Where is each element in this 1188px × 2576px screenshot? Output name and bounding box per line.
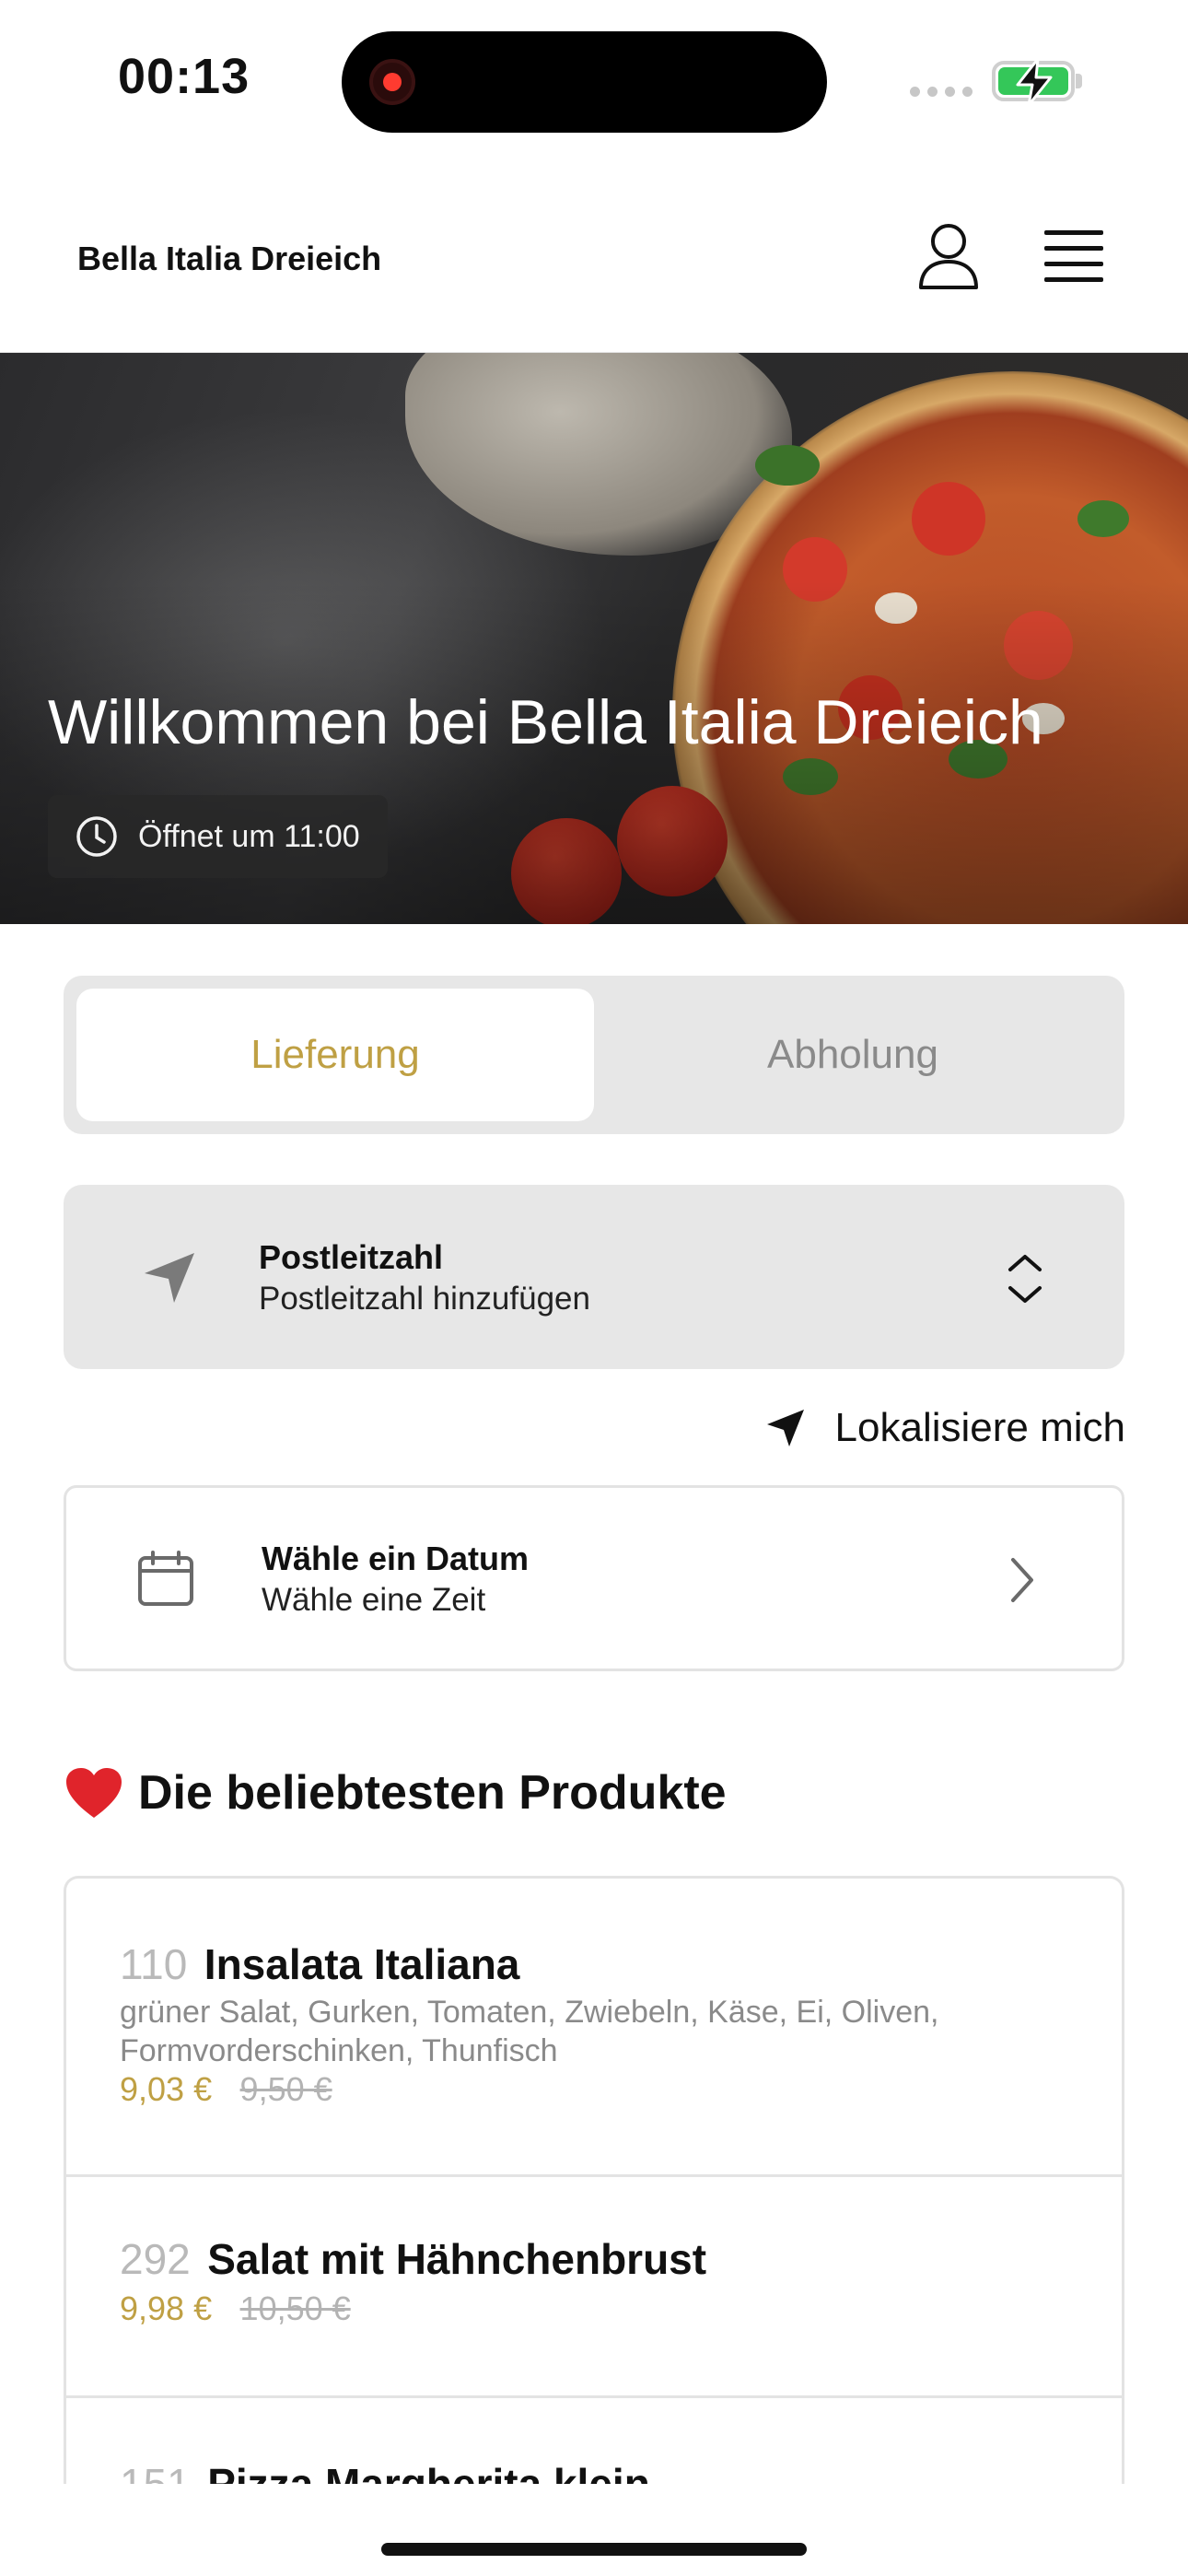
postcode-value: Postleitzahl hinzufügen bbox=[259, 1281, 590, 1317]
clock-icon bbox=[76, 816, 117, 857]
product-old-price: 10,50 € bbox=[239, 2289, 351, 2327]
product-number: 110 bbox=[120, 1940, 188, 1988]
product-item[interactable]: 151 Pizza Margherita klein bbox=[66, 2398, 1122, 2484]
charging-bolt-icon bbox=[1016, 57, 1053, 107]
opening-hours-badge: Öffnet um 11:00 bbox=[48, 795, 388, 878]
chevron-up-down-icon bbox=[1008, 1255, 1042, 1303]
battery-cap bbox=[1076, 74, 1082, 88]
date-time-picker[interactable]: Wähle ein Datum Wähle eine Zeit bbox=[64, 1485, 1124, 1671]
postcode-label: Postleitzahl bbox=[259, 1238, 444, 1276]
app-header: Bella Italia Dreieich bbox=[0, 203, 1188, 353]
heart-icon bbox=[66, 1768, 122, 1818]
product-name: Salat mit Hähnchenbrust bbox=[207, 2235, 707, 2283]
cellular-signal-icon bbox=[910, 87, 973, 98]
dynamic-island bbox=[342, 31, 827, 133]
product-number: 151 bbox=[120, 2460, 191, 2484]
product-name: Insalata Italiana bbox=[204, 1940, 520, 1988]
product-name: Pizza Margherita klein bbox=[207, 2460, 650, 2484]
hero-banner: Willkommen bei Bella Italia Dreieich Öff… bbox=[0, 353, 1188, 924]
status-bar: 00:13 bbox=[0, 0, 1188, 161]
date-label: Wähle ein Datum bbox=[262, 1540, 530, 1577]
navigation-arrow-icon bbox=[766, 1410, 804, 1446]
order-mode-toggle: Lieferung Abholung bbox=[64, 976, 1124, 1134]
user-account-icon[interactable] bbox=[917, 223, 980, 291]
postcode-selector[interactable]: Postleitzahl Postleitzahl hinzufügen bbox=[64, 1185, 1124, 1369]
status-time: 00:13 bbox=[118, 49, 250, 104]
brand-name[interactable]: Bella Italia Dreieich bbox=[77, 240, 381, 278]
product-item[interactable]: 292 Salat mit Hähnchenbrust 9,98 € 10,50… bbox=[66, 2177, 1122, 2398]
hamburger-menu-icon[interactable] bbox=[1044, 230, 1103, 282]
location-arrow-icon bbox=[145, 1253, 194, 1303]
bottom-safe-area bbox=[0, 2484, 1188, 2576]
product-item[interactable]: 110 Insalata Italiana grüner Salat, Gurk… bbox=[66, 1879, 1122, 2177]
delivery-tab[interactable]: Lieferung bbox=[76, 989, 594, 1121]
product-old-price: 9,50 € bbox=[239, 2070, 332, 2108]
hero-title: Willkommen bei Bella Italia Dreieich bbox=[48, 687, 1043, 757]
popular-products-title: Die beliebtesten Produkte bbox=[138, 1766, 727, 1820]
product-description: grüner Salat, Gurken, Tomaten, Zwiebeln,… bbox=[120, 1995, 939, 2068]
product-price: 9,03 € bbox=[120, 2070, 213, 2108]
product-price: 9,98 € bbox=[120, 2289, 213, 2327]
pickup-tab[interactable]: Abholung bbox=[594, 989, 1112, 1121]
locate-me-link[interactable]: Lokalisiere mich bbox=[748, 1400, 1125, 1456]
product-number: 292 bbox=[120, 2235, 191, 2283]
product-list: 110 Insalata Italiana grüner Salat, Gurk… bbox=[64, 1876, 1124, 2484]
popular-products-heading: Die beliebtesten Produkte bbox=[64, 1765, 727, 1821]
calendar-icon bbox=[138, 1551, 193, 1606]
locate-me-label: Lokalisiere mich bbox=[834, 1405, 1125, 1450]
chevron-right-icon bbox=[1011, 1558, 1033, 1602]
opening-hours-text: Öffnet um 11:00 bbox=[138, 818, 360, 854]
time-value: Wähle eine Zeit bbox=[262, 1582, 486, 1618]
home-indicator[interactable] bbox=[381, 2543, 807, 2556]
recording-indicator-icon bbox=[369, 59, 415, 105]
